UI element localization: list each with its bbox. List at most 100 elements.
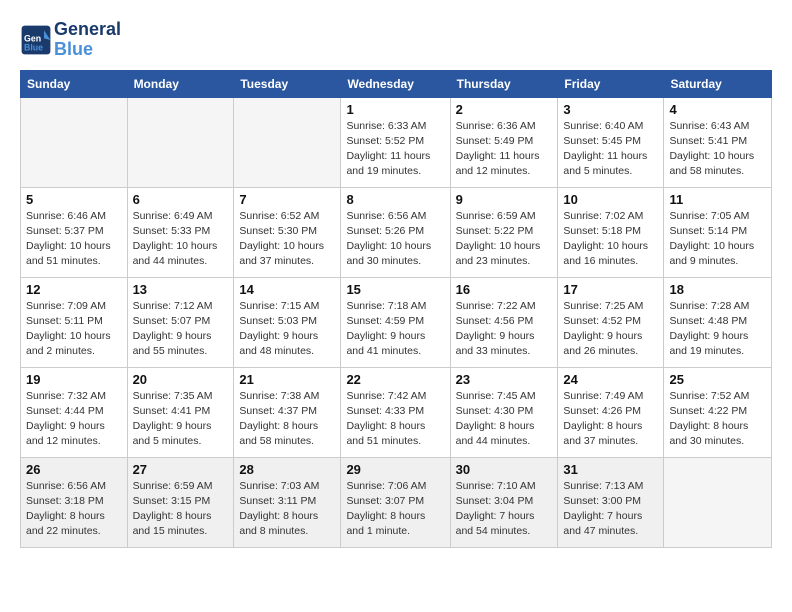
day-number: 12 (26, 282, 122, 297)
table-row: 7 Sunrise: 6:52 AM Sunset: 5:30 PM Daylig… (234, 187, 341, 277)
day-info: Sunrise: 7:03 AM Sunset: 3:11 PM Dayligh… (239, 479, 335, 540)
logo-text-line1: General (54, 20, 121, 40)
day-number: 24 (563, 372, 658, 387)
day-number: 15 (346, 282, 444, 297)
table-row: 6 Sunrise: 6:49 AM Sunset: 5:33 PM Daylig… (127, 187, 234, 277)
day-info: Sunrise: 7:52 AM Sunset: 4:22 PM Dayligh… (669, 389, 766, 450)
weekday-header-row: SundayMondayTuesdayWednesdayThursdayFrid… (21, 70, 772, 97)
day-info: Sunrise: 6:59 AM Sunset: 3:15 PM Dayligh… (133, 479, 229, 540)
table-row: 2 Sunrise: 6:36 AM Sunset: 5:49 PM Daylig… (450, 97, 558, 187)
table-row: 11 Sunrise: 7:05 AM Sunset: 5:14 PM Dayli… (664, 187, 772, 277)
day-number: 16 (456, 282, 553, 297)
weekday-header: Monday (127, 70, 234, 97)
table-row: 9 Sunrise: 6:59 AM Sunset: 5:22 PM Daylig… (450, 187, 558, 277)
calendar-week-row: 19 Sunrise: 7:32 AM Sunset: 4:44 PM Dayli… (21, 367, 772, 457)
day-number: 29 (346, 462, 444, 477)
day-info: Sunrise: 7:45 AM Sunset: 4:30 PM Dayligh… (456, 389, 553, 450)
table-row: 19 Sunrise: 7:32 AM Sunset: 4:44 PM Dayli… (21, 367, 128, 457)
day-info: Sunrise: 6:40 AM Sunset: 5:45 PM Dayligh… (563, 119, 658, 180)
day-number: 4 (669, 102, 766, 117)
day-info: Sunrise: 7:32 AM Sunset: 4:44 PM Dayligh… (26, 389, 122, 450)
header: Gen Blue General Blue (20, 20, 772, 60)
table-row: 4 Sunrise: 6:43 AM Sunset: 5:41 PM Daylig… (664, 97, 772, 187)
day-number: 22 (346, 372, 444, 387)
table-row: 13 Sunrise: 7:12 AM Sunset: 5:07 PM Dayli… (127, 277, 234, 367)
day-info: Sunrise: 7:22 AM Sunset: 4:56 PM Dayligh… (456, 299, 553, 360)
table-row: 27 Sunrise: 6:59 AM Sunset: 3:15 PM Dayli… (127, 457, 234, 547)
table-row (664, 457, 772, 547)
day-number: 20 (133, 372, 229, 387)
day-info: Sunrise: 7:06 AM Sunset: 3:07 PM Dayligh… (346, 479, 444, 540)
day-number: 21 (239, 372, 335, 387)
table-row: 14Sunrise: 7:15 AM Sunset: 5:03 PM Dayli… (234, 277, 341, 367)
day-number: 9 (456, 192, 553, 207)
table-row: 10 Sunrise: 7:02 AM Sunset: 5:18 PM Dayli… (558, 187, 664, 277)
svg-text:Blue: Blue (24, 42, 43, 52)
day-info: Sunrise: 7:49 AM Sunset: 4:26 PM Dayligh… (563, 389, 658, 450)
day-info: Sunrise: 6:49 AM Sunset: 5:33 PM Dayligh… (133, 209, 229, 270)
day-info: Sunrise: 6:59 AM Sunset: 5:22 PM Dayligh… (456, 209, 553, 270)
day-number: 30 (456, 462, 553, 477)
table-row: 5Sunrise: 6:46 AM Sunset: 5:37 PM Daylig… (21, 187, 128, 277)
day-number: 10 (563, 192, 658, 207)
calendar-week-row: 26Sunrise: 6:56 AM Sunset: 3:18 PM Dayli… (21, 457, 772, 547)
day-info: Sunrise: 7:02 AM Sunset: 5:18 PM Dayligh… (563, 209, 658, 270)
day-number: 13 (133, 282, 229, 297)
table-row: 26Sunrise: 6:56 AM Sunset: 3:18 PM Dayli… (21, 457, 128, 547)
day-number: 19 (26, 372, 122, 387)
day-number: 3 (563, 102, 658, 117)
day-number: 1 (346, 102, 444, 117)
weekday-header: Sunday (21, 70, 128, 97)
logo-text-line2: Blue (54, 40, 121, 60)
table-row: 23Sunrise: 7:45 AM Sunset: 4:30 PM Dayli… (450, 367, 558, 457)
day-number: 28 (239, 462, 335, 477)
table-row: 1 Sunrise: 6:33 AM Sunset: 5:52 PM Daylig… (341, 97, 450, 187)
day-number: 11 (669, 192, 766, 207)
day-info: Sunrise: 6:46 AM Sunset: 5:37 PM Dayligh… (26, 209, 122, 270)
page: Gen Blue General Blue SundayMondayTuesda… (0, 0, 792, 568)
logo-icon: Gen Blue (20, 24, 52, 56)
day-number: 7 (239, 192, 335, 207)
day-info: Sunrise: 6:43 AM Sunset: 5:41 PM Dayligh… (669, 119, 766, 180)
table-row: 25Sunrise: 7:52 AM Sunset: 4:22 PM Dayli… (664, 367, 772, 457)
calendar-week-row: 12 Sunrise: 7:09 AM Sunset: 5:11 PM Dayli… (21, 277, 772, 367)
table-row: 12 Sunrise: 7:09 AM Sunset: 5:11 PM Dayli… (21, 277, 128, 367)
day-info: Sunrise: 7:25 AM Sunset: 4:52 PM Dayligh… (563, 299, 658, 360)
table-row: 8 Sunrise: 6:56 AM Sunset: 5:26 PM Daylig… (341, 187, 450, 277)
day-info: Sunrise: 7:35 AM Sunset: 4:41 PM Dayligh… (133, 389, 229, 450)
table-row: 18 Sunrise: 7:28 AM Sunset: 4:48 PM Dayli… (664, 277, 772, 367)
table-row: 29 Sunrise: 7:06 AM Sunset: 3:07 PM Dayli… (341, 457, 450, 547)
weekday-header: Friday (558, 70, 664, 97)
day-info: Sunrise: 6:52 AM Sunset: 5:30 PM Dayligh… (239, 209, 335, 270)
day-number: 17 (563, 282, 658, 297)
day-number: 8 (346, 192, 444, 207)
day-info: Sunrise: 7:09 AM Sunset: 5:11 PM Dayligh… (26, 299, 122, 360)
day-info: Sunrise: 7:18 AM Sunset: 4:59 PM Dayligh… (346, 299, 444, 360)
table-row: 24 Sunrise: 7:49 AM Sunset: 4:26 PM Dayli… (558, 367, 664, 457)
table-row: 15 Sunrise: 7:18 AM Sunset: 4:59 PM Dayli… (341, 277, 450, 367)
table-row: 20 Sunrise: 7:35 AM Sunset: 4:41 PM Dayli… (127, 367, 234, 457)
day-info: Sunrise: 6:36 AM Sunset: 5:49 PM Dayligh… (456, 119, 553, 180)
day-info: Sunrise: 6:56 AM Sunset: 5:26 PM Dayligh… (346, 209, 444, 270)
weekday-header: Wednesday (341, 70, 450, 97)
day-info: Sunrise: 6:56 AM Sunset: 3:18 PM Dayligh… (26, 479, 122, 540)
day-number: 2 (456, 102, 553, 117)
day-info: Sunrise: 7:05 AM Sunset: 5:14 PM Dayligh… (669, 209, 766, 270)
day-info: Sunrise: 7:13 AM Sunset: 3:00 PM Dayligh… (563, 479, 658, 540)
day-number: 6 (133, 192, 229, 207)
day-info: Sunrise: 6:33 AM Sunset: 5:52 PM Dayligh… (346, 119, 444, 180)
day-number: 14 (239, 282, 335, 297)
logo: Gen Blue General Blue (20, 20, 121, 60)
day-number: 18 (669, 282, 766, 297)
weekday-header: Thursday (450, 70, 558, 97)
day-number: 27 (133, 462, 229, 477)
table-row: 28 Sunrise: 7:03 AM Sunset: 3:11 PM Dayli… (234, 457, 341, 547)
day-info: Sunrise: 7:38 AM Sunset: 4:37 PM Dayligh… (239, 389, 335, 450)
table-row: 30Sunrise: 7:10 AM Sunset: 3:04 PM Dayli… (450, 457, 558, 547)
day-info: Sunrise: 7:28 AM Sunset: 4:48 PM Dayligh… (669, 299, 766, 360)
table-row: 17 Sunrise: 7:25 AM Sunset: 4:52 PM Dayli… (558, 277, 664, 367)
table-row: 3 Sunrise: 6:40 AM Sunset: 5:45 PM Daylig… (558, 97, 664, 187)
day-number: 31 (563, 462, 658, 477)
calendar-week-row: 1 Sunrise: 6:33 AM Sunset: 5:52 PM Daylig… (21, 97, 772, 187)
day-info: Sunrise: 7:12 AM Sunset: 5:07 PM Dayligh… (133, 299, 229, 360)
